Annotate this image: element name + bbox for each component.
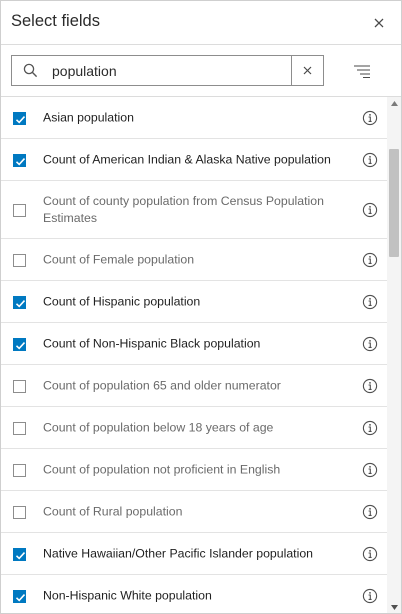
field-checkbox[interactable] — [13, 421, 26, 435]
field-label: Count of American Indian & Alaska Native… — [43, 152, 331, 166]
checkmark-icon — [15, 551, 26, 560]
field-row[interactable]: Count of county population from Census P… — [1, 181, 387, 239]
field-checkbox[interactable] — [13, 111, 26, 125]
field-checkbox[interactable] — [13, 203, 26, 217]
checkmark-icon — [15, 593, 26, 602]
info-icon[interactable] — [362, 202, 378, 218]
info-icon[interactable] — [362, 588, 378, 604]
checkmark-icon — [15, 115, 26, 124]
field-row[interactable]: Count of Non-Hispanic Black population — [1, 323, 387, 365]
clear-icon — [303, 66, 312, 75]
search-input[interactable] — [48, 62, 286, 79]
field-row[interactable]: Count of Female population — [1, 239, 387, 281]
field-checkbox[interactable] — [13, 295, 26, 309]
scrollbar[interactable] — [387, 97, 401, 613]
close-button[interactable] — [367, 11, 391, 35]
field-checkbox[interactable] — [13, 463, 26, 477]
scroll-up-arrow[interactable] — [387, 97, 401, 109]
field-row[interactable]: Asian population — [1, 97, 387, 139]
field-label: Count of Female population — [43, 252, 195, 266]
field-label: Count of population below 18 years of ag… — [43, 420, 274, 434]
panel-title: Select fields — [11, 12, 100, 30]
checkmark-icon — [15, 299, 26, 308]
field-label: Count of Non-Hispanic Black population — [43, 336, 261, 350]
checkmark-icon — [15, 157, 26, 166]
field-label: Count of Rural population — [43, 504, 183, 518]
field-row[interactable]: Non-Hispanic White population — [1, 575, 387, 613]
info-icon[interactable] — [362, 504, 378, 520]
clear-search-button[interactable] — [291, 56, 323, 85]
info-icon[interactable] — [362, 252, 378, 268]
info-icon[interactable] — [362, 152, 378, 168]
scroll-down-arrow[interactable] — [387, 601, 401, 613]
close-icon — [374, 18, 384, 28]
panel-header: Select fields — [1, 1, 401, 45]
field-row[interactable]: Count of American Indian & Alaska Native… — [1, 139, 387, 181]
select-fields-panel: Select fields population Asian populatio… — [0, 0, 402, 614]
info-icon[interactable] — [362, 462, 378, 478]
info-icon[interactable] — [362, 378, 378, 394]
search-bar — [1, 45, 401, 97]
search-icon — [12, 56, 48, 85]
field-label: Count of Hispanic population — [43, 294, 201, 308]
checkmark-icon — [15, 341, 26, 350]
info-icon[interactable] — [362, 294, 378, 310]
field-checkbox[interactable] — [13, 589, 26, 603]
field-checkbox[interactable] — [13, 547, 26, 561]
field-label: Asian population — [43, 110, 134, 124]
field-row[interactable]: Count of population below 18 years of ag… — [1, 407, 387, 449]
info-icon[interactable] — [362, 110, 378, 126]
info-icon[interactable] — [362, 336, 378, 352]
search-box — [11, 55, 324, 86]
field-label: Count of population 65 and older numerat… — [43, 378, 281, 392]
field-checkbox[interactable] — [13, 505, 26, 519]
field-row[interactable]: Count of population 65 and older numerat… — [1, 365, 387, 407]
field-checkbox[interactable] — [13, 337, 26, 351]
info-icon[interactable] — [362, 420, 378, 436]
field-checkbox[interactable] — [13, 153, 26, 167]
field-label: Count of population not proficient in En… — [43, 462, 281, 476]
field-checkbox[interactable] — [13, 253, 26, 267]
field-label: Non-Hispanic White population — [43, 588, 212, 602]
field-list: Asian population Count of American Indian… — [1, 97, 387, 613]
field-row[interactable]: Count of population not proficient in En… — [1, 449, 387, 491]
scrollbar-thumb[interactable] — [389, 149, 399, 257]
sort-filter-icon — [354, 65, 370, 78]
field-row[interactable]: Count of Hispanic population — [1, 281, 387, 323]
sort-filter-button[interactable] — [351, 61, 373, 81]
field-label: Count of county population from Census P… — [43, 193, 324, 225]
field-checkbox[interactable] — [13, 379, 26, 393]
info-icon[interactable] — [362, 546, 378, 562]
field-row[interactable]: Native Hawaiian/Other Pacific Islander p… — [1, 533, 387, 575]
field-label: Native Hawaiian/Other Pacific Islander p… — [43, 546, 313, 560]
field-row[interactable]: Count of Rural population — [1, 491, 387, 533]
